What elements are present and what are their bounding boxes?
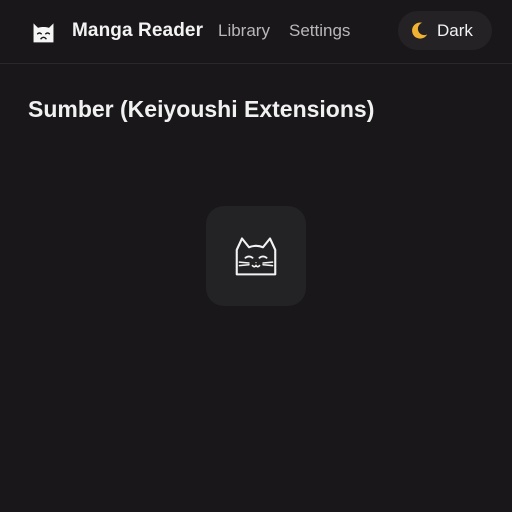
page-title: Sumber (Keiyoushi Extensions) (28, 96, 375, 122)
app-brand[interactable]: Manga Reader (29, 14, 203, 48)
cat-face-icon (235, 237, 277, 276)
theme-label: Dark (437, 20, 473, 40)
nav-settings-link[interactable]: Settings (289, 21, 350, 41)
empty-state-card (206, 206, 306, 306)
dark-mode-toggle[interactable]: Dark (398, 11, 492, 50)
moon-icon (412, 22, 428, 39)
nav-library-link[interactable]: Library (218, 21, 270, 41)
top-navigation-bar: Manga Reader Library Settings Dark (0, 0, 512, 64)
cat-logo-icon (33, 22, 54, 42)
app-window: Manga Reader Library Settings Dark Sumbe… (0, 0, 512, 512)
app-title: Manga Reader (72, 20, 204, 41)
